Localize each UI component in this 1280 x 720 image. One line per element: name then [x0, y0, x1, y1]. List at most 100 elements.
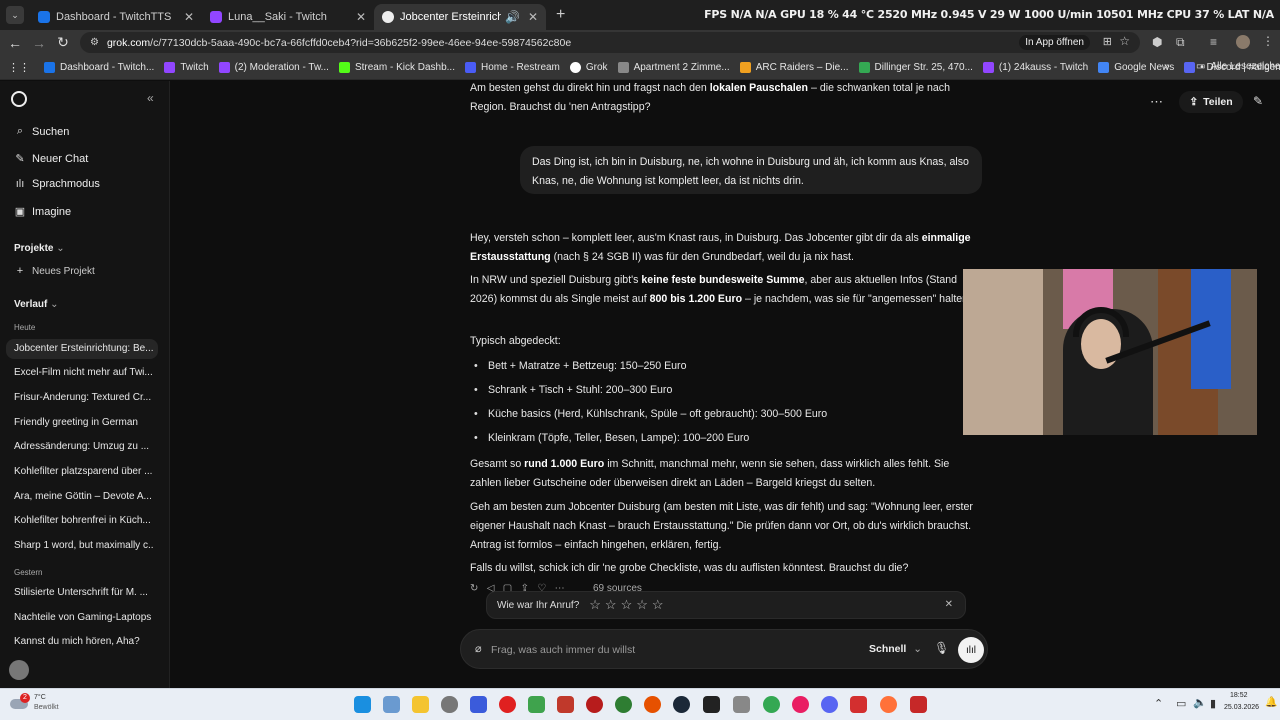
- voice-mode-button[interactable]: ılıl: [958, 637, 984, 663]
- history-header[interactable]: Verlauf ⌄: [14, 299, 59, 310]
- clock-date[interactable]: 25.03.2026: [1224, 704, 1259, 711]
- tab-luna-saki-twitch[interactable]: Luna__Saki - Twitch ✕: [202, 4, 374, 30]
- browser-menu-icon[interactable]: ⋮: [1262, 34, 1274, 48]
- media-controls-icon[interactable]: ≡: [1210, 35, 1217, 49]
- user-avatar[interactable]: [9, 660, 29, 680]
- reload-icon[interactable]: ↻: [51, 34, 75, 51]
- discord-icon[interactable]: [821, 696, 838, 713]
- sidebar-item-imagine[interactable]: ▣ Imagine: [14, 205, 71, 219]
- history-item[interactable]: Friendly greeting in German: [14, 417, 154, 428]
- file-explorer-icon[interactable]: [412, 696, 429, 713]
- open-in-app-button[interactable]: In App öffnen: [1019, 35, 1090, 50]
- collapse-sidebar-icon[interactable]: «: [147, 91, 154, 105]
- history-item[interactable]: Sharp 1 word, but maximally c...: [14, 540, 154, 551]
- bookmark-star-icon[interactable]: ☆: [1119, 34, 1130, 48]
- app-icon[interactable]: [733, 696, 750, 713]
- bookmark-item[interactable]: Home - Restream: [464, 61, 560, 73]
- history-item[interactable]: Adressänderung: Umzug zu ...: [14, 441, 154, 452]
- new-tab-button[interactable]: +: [556, 6, 565, 24]
- history-item[interactable]: Kohlefilter platzsparend über ...: [14, 466, 154, 477]
- history-item[interactable]: Ara, meine Göttin – Devote A...: [14, 491, 154, 502]
- translate-icon[interactable]: ⊞: [1103, 35, 1112, 48]
- network-icon[interactable]: ▭: [1176, 697, 1186, 710]
- history-item[interactable]: Frisur-Änderung: Textured Cr...: [14, 392, 154, 403]
- tab-jobcenter[interactable]: Jobcenter Ersteinrichtung: [ 🔊 ✕: [374, 4, 546, 30]
- close-icon[interactable]: ✕: [945, 599, 953, 610]
- app-icon[interactable]: [557, 696, 574, 713]
- app-icon[interactable]: [586, 696, 603, 713]
- sidebar-item-search[interactable]: ⌕ Suchen: [14, 125, 69, 138]
- bookmark-item[interactable]: Grok: [569, 61, 608, 73]
- app-icon[interactable]: [703, 696, 720, 713]
- app-icon[interactable]: [850, 696, 867, 713]
- microphone-icon[interactable]: 🎙: [934, 641, 949, 655]
- sidebar-item-new-chat[interactable]: ✎ Neuer Chat: [14, 152, 88, 166]
- edit-icon[interactable]: ✎: [1253, 94, 1263, 108]
- notification-badge: 2: [20, 693, 30, 703]
- star-rating[interactable]: ☆☆☆☆☆: [589, 597, 667, 613]
- more-options-icon[interactable]: ⋯: [1150, 94, 1163, 110]
- history-item[interactable]: Jobcenter Ersteinrichtung: Be...: [6, 339, 158, 359]
- task-manager-icon[interactable]: [383, 696, 400, 713]
- start-icon[interactable]: [354, 696, 371, 713]
- bookmark-item[interactable]: Google News: [1098, 61, 1174, 73]
- close-icon[interactable]: ✕: [184, 10, 194, 24]
- vscode-icon[interactable]: [470, 696, 487, 713]
- bookmark-item[interactable]: (2) Moderation - Tw...: [218, 61, 329, 73]
- bookmark-item[interactable]: Twitch: [164, 61, 209, 73]
- regenerate-icon[interactable]: ↻: [470, 583, 478, 593]
- history-item[interactable]: Excel-Film nicht mehr auf Twi...: [14, 367, 154, 378]
- forward-icon[interactable]: →: [27, 35, 51, 51]
- firefox-icon[interactable]: [880, 696, 897, 713]
- history-item[interactable]: Stilisierte Unterschrift für M. ...: [14, 587, 154, 598]
- tab-dashboard-twitchtts[interactable]: Dashboard - TwitchTTS ✕: [30, 4, 202, 30]
- volume-icon[interactable]: 🔈: [1193, 696, 1207, 709]
- history-item[interactable]: Nachteile von Gaming-Laptops: [14, 612, 154, 623]
- history-item[interactable]: Kohlefilter bohrenfrei in Küch...: [14, 515, 154, 526]
- speaker-icon[interactable]: 🔊: [505, 10, 520, 24]
- bookmark-item[interactable]: Dashboard - Twitch...: [44, 61, 154, 73]
- bookmark-label: Twitch: [180, 61, 209, 73]
- share-button[interactable]: ⇪ Teilen: [1179, 91, 1243, 113]
- cost-list: Bett + Matratze + Bettzeug: 150–250 Euro…: [470, 354, 827, 450]
- projects-header[interactable]: Projekte ⌄: [14, 243, 65, 254]
- bookmark-item[interactable]: ARC Raiders – Die...: [739, 61, 849, 73]
- tab-search-icon[interactable]: ⌄: [6, 6, 24, 24]
- all-bookmarks-button[interactable]: ▭ Alle Lesezeichen: [1196, 61, 1280, 72]
- extension-icon[interactable]: ⬢: [1152, 35, 1162, 49]
- history-item[interactable]: Kannst du mich hören, Aha?: [14, 636, 154, 647]
- model-selector[interactable]: Schnell ⌄: [869, 643, 922, 655]
- bookmark-item[interactable]: Apartment 2 Zimme...: [617, 61, 730, 73]
- bookmark-item[interactable]: (1) 24kauss - Twitch: [982, 61, 1088, 73]
- tray-chevron-icon[interactable]: ⌃: [1154, 697, 1163, 710]
- close-icon[interactable]: ✕: [356, 10, 366, 24]
- clock-time[interactable]: 18:52: [1230, 692, 1248, 699]
- steam-icon[interactable]: [673, 696, 690, 713]
- site-info-icon[interactable]: ⚙: [90, 37, 99, 48]
- notification-bell-icon[interactable]: 🔔: [1265, 697, 1277, 708]
- chat-input[interactable]: [491, 641, 841, 659]
- apps-grid-icon[interactable]: ⋮⋮: [8, 61, 30, 74]
- battery-icon[interactable]: ▮: [1210, 697, 1216, 710]
- chrome-icon[interactable]: [763, 696, 780, 713]
- app-icon[interactable]: [644, 696, 661, 713]
- new-project-button[interactable]: + Neues Projekt: [14, 265, 95, 277]
- more-bookmarks-icon[interactable]: »: [1164, 61, 1170, 72]
- extensions-puzzle-icon[interactable]: ⧉: [1176, 35, 1185, 50]
- close-icon[interactable]: ✕: [528, 10, 538, 24]
- back-icon[interactable]: ←: [3, 35, 27, 51]
- weather-widget[interactable]: 2 7°C Bewölkt: [8, 693, 88, 717]
- grok-logo-icon[interactable]: [11, 91, 27, 107]
- bookmark-item[interactable]: Dillinger Str. 25, 470...: [858, 61, 973, 73]
- address-bar[interactable]: ⚙ grok.com/c/77130dcb-5aaa-490c-bc7a-66f…: [80, 32, 1140, 53]
- profile-avatar[interactable]: [1236, 35, 1250, 49]
- app-icon[interactable]: [528, 696, 545, 713]
- sidebar-item-voice-mode[interactable]: ılı Sprachmodus: [14, 178, 100, 190]
- app-icon[interactable]: [615, 696, 632, 713]
- attach-icon[interactable]: ⌀: [475, 642, 482, 655]
- app-icon[interactable]: [792, 696, 809, 713]
- app-icon[interactable]: [910, 696, 927, 713]
- mouse-app-icon[interactable]: [441, 696, 458, 713]
- bookmark-item[interactable]: Stream - Kick Dashb...: [338, 61, 455, 73]
- opera-icon[interactable]: [499, 696, 516, 713]
